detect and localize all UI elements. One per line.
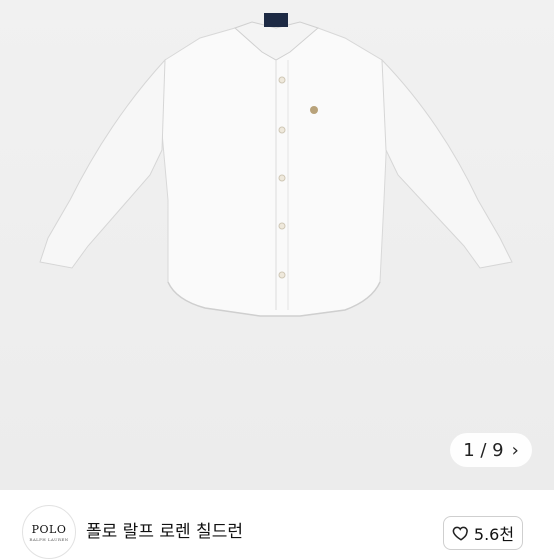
logo-subtext: RALPH LAUREN [29, 536, 69, 542]
product-image[interactable]: 1 / 9 › [0, 0, 554, 490]
image-counter[interactable]: 1 / 9 › [450, 433, 532, 467]
like-button[interactable]: 5.6천 [443, 516, 523, 550]
chevron-right-icon[interactable]: › [512, 440, 519, 461]
shop-name[interactable]: 폴로 랄프 로렌 칠드런 [86, 517, 243, 542]
shop-logo[interactable]: POLO RALPH LAUREN [22, 505, 76, 559]
like-count: 5.6천 [473, 525, 515, 544]
heart-outline-icon [452, 526, 468, 541]
shirt-illustration [39, 13, 513, 317]
counter-text: 1 / 9 [463, 439, 504, 461]
logo-text: POLO [31, 522, 67, 536]
